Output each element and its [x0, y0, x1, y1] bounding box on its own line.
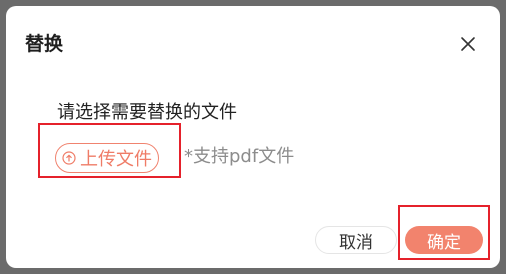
upload-button-label: 上传文件: [80, 149, 152, 170]
confirm-button[interactable]: 确定: [405, 226, 483, 254]
dialog-title: 替换: [25, 33, 64, 55]
cancel-button[interactable]: 取消: [315, 226, 397, 254]
close-button[interactable]: [454, 30, 482, 58]
close-icon: [461, 37, 475, 51]
file-type-hint: *支持pdf文件: [184, 146, 295, 167]
upload-file-button[interactable]: 上传文件: [55, 143, 159, 173]
select-file-prompt: 请选择需要替换的文件: [57, 102, 237, 123]
upload-icon: [62, 151, 76, 165]
replace-dialog: 替换 请选择需要替换的文件 上传文件 *支持pdf文件 取消 确定: [6, 6, 500, 268]
